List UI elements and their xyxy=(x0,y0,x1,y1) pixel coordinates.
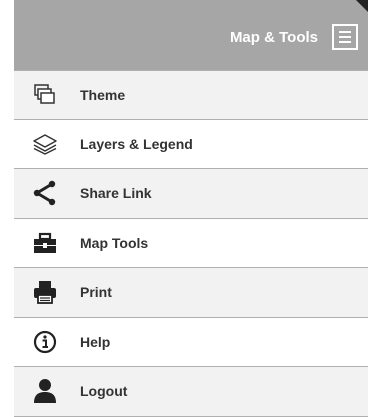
panel-title: Map & Tools xyxy=(229,28,318,46)
menu-item-label: Layers & Legend xyxy=(80,135,193,152)
toolbox-icon xyxy=(32,230,58,256)
menu-item-map-tools[interactable]: Map Tools xyxy=(14,218,368,268)
menu-item-label: Logout xyxy=(80,383,128,400)
menu-item-label: Map Tools xyxy=(80,234,149,251)
menu-item-help[interactable]: Help xyxy=(14,317,368,367)
layers-icon xyxy=(32,131,58,157)
menu-item-share-link[interactable]: Share Link xyxy=(14,169,368,219)
printer-icon xyxy=(32,279,58,305)
info-icon xyxy=(32,329,58,355)
menu-item-theme[interactable]: Theme xyxy=(14,70,368,120)
menu-item-logout[interactable]: Logout xyxy=(14,367,368,417)
map-tools-panel: Map & Tools Theme Layers & Legend Share … xyxy=(14,0,368,417)
user-icon xyxy=(32,378,58,404)
menu-list: Theme Layers & Legend Share Link Map Too… xyxy=(14,70,368,417)
menu-item-layers-legend[interactable]: Layers & Legend xyxy=(14,119,368,169)
share-icon xyxy=(32,180,58,206)
hamburger-menu-icon[interactable] xyxy=(332,24,358,50)
header-corner-accent xyxy=(355,0,368,13)
menu-item-label: Help xyxy=(80,333,111,350)
menu-item-label: Share Link xyxy=(80,185,152,202)
theme-icon xyxy=(32,82,58,108)
menu-item-label: Theme xyxy=(80,86,126,103)
menu-item-label: Print xyxy=(80,284,112,301)
menu-item-print[interactable]: Print xyxy=(14,268,368,318)
panel-header: Map & Tools xyxy=(14,0,368,70)
